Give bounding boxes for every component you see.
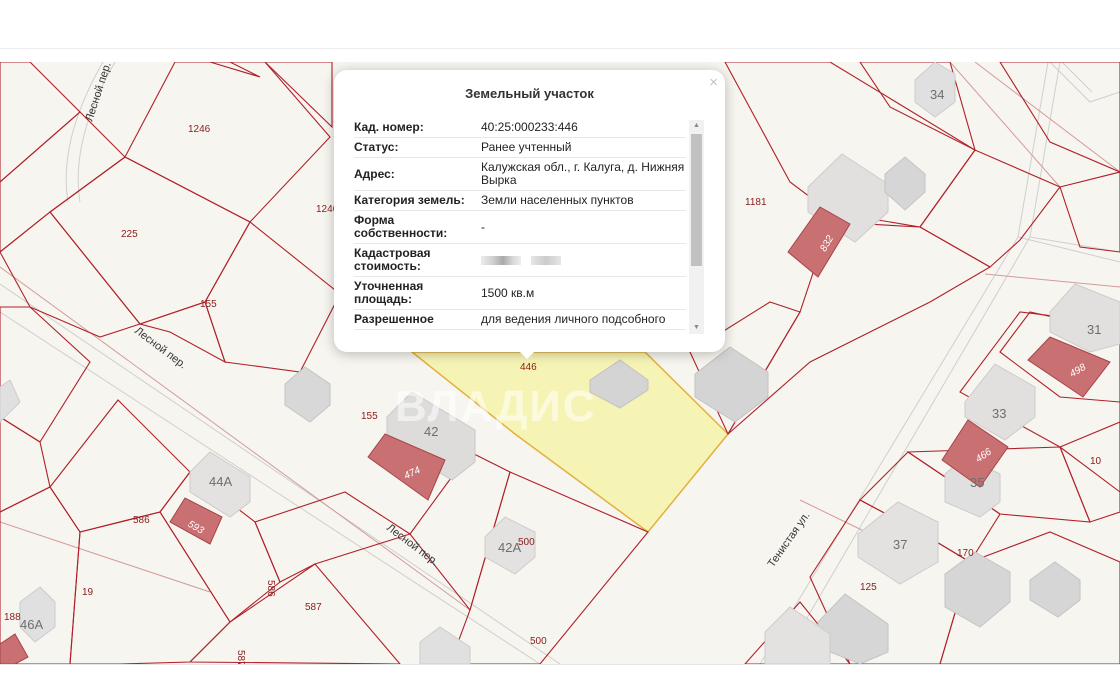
plot-label-155a: 155 <box>200 299 217 310</box>
plot-label-586b: 586 <box>265 580 276 597</box>
blurred-value <box>481 255 521 265</box>
plot-label-586a: 586 <box>133 515 150 526</box>
scroll-down-icon[interactable]: ▼ <box>689 322 704 334</box>
detail-key: Статус: <box>354 140 399 154</box>
house-label-42A: 42А <box>498 540 521 555</box>
plot-label-125: 125 <box>860 582 877 593</box>
detail-value-blurred <box>481 244 686 276</box>
detail-row-cad-number: Кад. номер: 40:25:000233:446 <box>354 118 686 138</box>
house-label-31: 31 <box>1087 322 1101 337</box>
detail-key: Кадастровая стоимость: <box>354 246 431 273</box>
house-label-34: 34 <box>930 87 944 102</box>
blurred-value <box>531 255 561 265</box>
popup-title: Земельный участок <box>465 86 594 101</box>
street-label-lesnoy-2: Лесной пер. <box>132 325 188 372</box>
scrollbar-thumb[interactable] <box>691 134 702 266</box>
detail-row-land-category: Категория земель: Земли населенных пункт… <box>354 191 686 211</box>
plot-label-170: 170 <box>957 548 974 559</box>
street-label-lesnoy-3: Лесной пер. <box>384 522 440 569</box>
detail-row-cadastral-value: Кадастровая стоимость: <box>354 244 686 277</box>
detail-value: 40:25:000233:446 <box>481 120 578 134</box>
detail-row-address: Адрес: Калужская обл., г. Калуга, д. Ниж… <box>354 158 686 191</box>
house-label-46A: 46А <box>20 617 43 632</box>
house-label-33: 33 <box>992 406 1006 421</box>
detail-row-permitted-use: Разрешенное для ведения личного подсобно… <box>354 310 686 330</box>
detail-value: для ведения личного подсобного <box>481 312 666 326</box>
plot-label-446: 446 <box>520 362 537 373</box>
plot-label-1246a: 1246 <box>188 124 211 135</box>
detail-key: Кад. номер: <box>354 120 424 134</box>
street-label-tenistaya: Тенистая ул. <box>766 510 813 570</box>
detail-key: Форма собственности: <box>354 213 448 240</box>
detail-key: Разрешенное <box>354 312 434 326</box>
plot-label-225: 225 <box>121 229 138 240</box>
plot-label-500b: 500 <box>530 636 547 647</box>
detail-value: Ранее учтенный <box>481 140 572 154</box>
detail-key: Адрес: <box>354 166 395 181</box>
top-separator <box>0 48 1120 49</box>
plot-label-587a: 587 <box>305 602 322 613</box>
plot-label-10: 10 <box>1090 456 1102 467</box>
popup-details-table: Кад. номер: 40:25:000233:446 Статус: Ран… <box>354 118 686 338</box>
plot-label-1181: 1181 <box>745 197 767 208</box>
watermark-logo: ВЛАДИС <box>395 382 597 431</box>
top-bar <box>0 0 1120 48</box>
street-label-lesnoy-1: Лесной пер. <box>83 62 113 123</box>
detail-key: Категория земель: <box>354 193 465 207</box>
detail-value: Калужская обл., г. Калуга, д. Нижняя Выр… <box>481 160 685 187</box>
plot-label-155b: 155 <box>361 411 378 422</box>
scroll-up-icon[interactable]: ▲ <box>689 120 704 132</box>
detail-row-ownership: Форма собственности: - <box>354 211 686 244</box>
detail-row-area: Уточненная площадь: 1500 кв.м <box>354 277 686 310</box>
popup-scrollbar[interactable]: ▲ ▼ <box>689 120 704 334</box>
detail-value: Земли населенных пунктов <box>481 193 634 207</box>
popup-pointer <box>517 349 537 359</box>
house-label-44A: 44А <box>209 474 232 489</box>
house-label-37: 37 <box>893 537 907 552</box>
detail-value: 1500 кв.м <box>481 285 535 300</box>
plot-label-19: 19 <box>82 587 94 598</box>
detail-row-status: Статус: Ранее учтенный <box>354 138 686 158</box>
plot-label-188: 188 <box>4 612 21 623</box>
plot-info-popup: × Земельный участок Кад. номер: 40:25:00… <box>334 70 725 352</box>
detail-key: Уточненная площадь: <box>354 279 424 306</box>
detail-value: - <box>481 219 485 234</box>
house-label-35: 35 <box>970 475 984 490</box>
plot-label-587b: 587 <box>235 650 246 664</box>
